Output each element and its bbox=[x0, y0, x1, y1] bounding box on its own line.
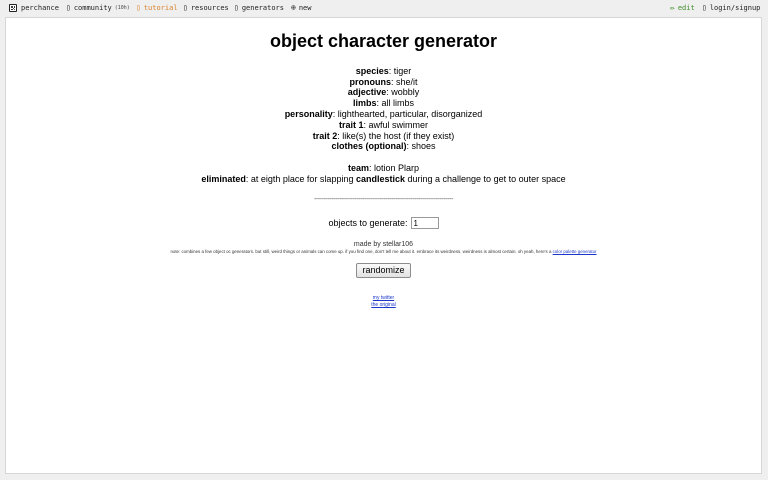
plus-circle-icon: ⊕ bbox=[291, 3, 296, 12]
made-by-text: made by stellar106 bbox=[353, 241, 414, 248]
generators-label: generators bbox=[241, 4, 284, 12]
nav-resources[interactable]: ▯ resources bbox=[183, 3, 229, 13]
field-value: : tiger bbox=[388, 66, 412, 76]
eliminated-object: candlestick bbox=[355, 174, 405, 184]
field-label: eliminated bbox=[201, 174, 246, 184]
field-adjective: adjective: wobbly bbox=[6, 87, 761, 98]
field-label: personality bbox=[284, 109, 333, 119]
randomize-wrap: randomize bbox=[6, 260, 761, 278]
top-nav-bar: perchance ▯ community (10h) ▯ tutorial ▯… bbox=[0, 0, 768, 16]
nav-login[interactable]: ▯ login/signup bbox=[702, 3, 760, 13]
field-species: species: tiger bbox=[6, 66, 761, 77]
nav-new[interactable]: ⊕ new bbox=[291, 3, 311, 13]
note-body: note: combines a few object oc generator… bbox=[170, 249, 553, 254]
field-label: trait 1 bbox=[338, 120, 364, 130]
field-value: : she/it bbox=[390, 77, 418, 87]
field-value: : lotion Plarp bbox=[368, 163, 420, 173]
field-clothes: clothes (optional): shoes bbox=[6, 141, 761, 152]
resources-label: resources bbox=[190, 4, 229, 12]
page-title: object character generator bbox=[269, 31, 498, 51]
new-label: new bbox=[298, 4, 312, 12]
field-team: team: lotion Plarp bbox=[6, 163, 761, 174]
field-value: : like(s) the host (if they exist) bbox=[337, 131, 455, 141]
nav-edit[interactable]: ✏ edit bbox=[670, 3, 695, 13]
original-link[interactable]: the original bbox=[371, 302, 395, 308]
original-link-wrap: the original bbox=[6, 293, 761, 311]
nav-home[interactable]: perchance bbox=[9, 3, 59, 13]
field-personality: personality: lighthearted, particular, d… bbox=[6, 109, 761, 120]
field-eliminated: eliminated: at eigth place for slapping … bbox=[6, 174, 761, 185]
generator-panel: object character generator species: tige… bbox=[5, 17, 762, 474]
login-label: login/signup bbox=[709, 4, 761, 12]
person-icon: ▯ bbox=[702, 3, 707, 12]
field-label: pronouns bbox=[349, 77, 391, 87]
die-icon bbox=[9, 4, 17, 12]
note-text: note: combines a few object oc generator… bbox=[6, 249, 761, 254]
generate-count-row: objects to generate: 1 bbox=[6, 217, 761, 229]
edit-label: edit bbox=[677, 4, 695, 12]
field-label: species bbox=[355, 66, 389, 76]
grid-icon: ▯ bbox=[234, 3, 239, 12]
community-label: community bbox=[73, 4, 112, 12]
eliminated-text-after: during a challenge to get to outer space bbox=[405, 174, 566, 184]
field-label: adjective bbox=[347, 87, 387, 97]
nav-tutorial[interactable]: ▯ tutorial bbox=[136, 3, 178, 13]
resources-icon: ▯ bbox=[183, 3, 188, 12]
field-value: : all limbs bbox=[376, 98, 415, 108]
field-value: : wobbly bbox=[386, 87, 420, 97]
field-value: : shoes bbox=[406, 141, 436, 151]
randomize-button[interactable]: randomize bbox=[356, 263, 411, 278]
community-count: (10h) bbox=[114, 5, 130, 11]
field-limbs: limbs: all limbs bbox=[6, 98, 761, 109]
generate-count-input[interactable]: 1 bbox=[410, 217, 439, 229]
generate-count-label: objects to generate: bbox=[328, 218, 408, 228]
field-label: trait 2 bbox=[312, 131, 338, 141]
field-value: : lighthearted, particular, disorganized bbox=[332, 109, 483, 119]
field-value: : awful swimmer bbox=[363, 120, 429, 130]
nav-generators[interactable]: ▯ generators bbox=[234, 3, 284, 13]
field-label: limbs bbox=[352, 98, 377, 108]
color-palette-link[interactable]: color palette generator bbox=[553, 249, 597, 254]
eliminated-text-before: : at eigth place for slapping bbox=[245, 174, 356, 184]
brand-label: perchance bbox=[21, 4, 59, 12]
field-label: team bbox=[347, 163, 369, 173]
divider-line: ----------------------------------------… bbox=[313, 196, 454, 203]
tutorial-label: tutorial bbox=[143, 4, 178, 12]
nav-community[interactable]: ▯ community (10h) bbox=[66, 3, 130, 13]
field-label: clothes (optional) bbox=[331, 141, 407, 151]
pencil-icon: ✏ bbox=[670, 3, 675, 12]
field-trait-1: trait 1: awful swimmer bbox=[6, 120, 761, 131]
book-icon: ▯ bbox=[136, 3, 141, 12]
chat-icon: ▯ bbox=[66, 3, 71, 12]
